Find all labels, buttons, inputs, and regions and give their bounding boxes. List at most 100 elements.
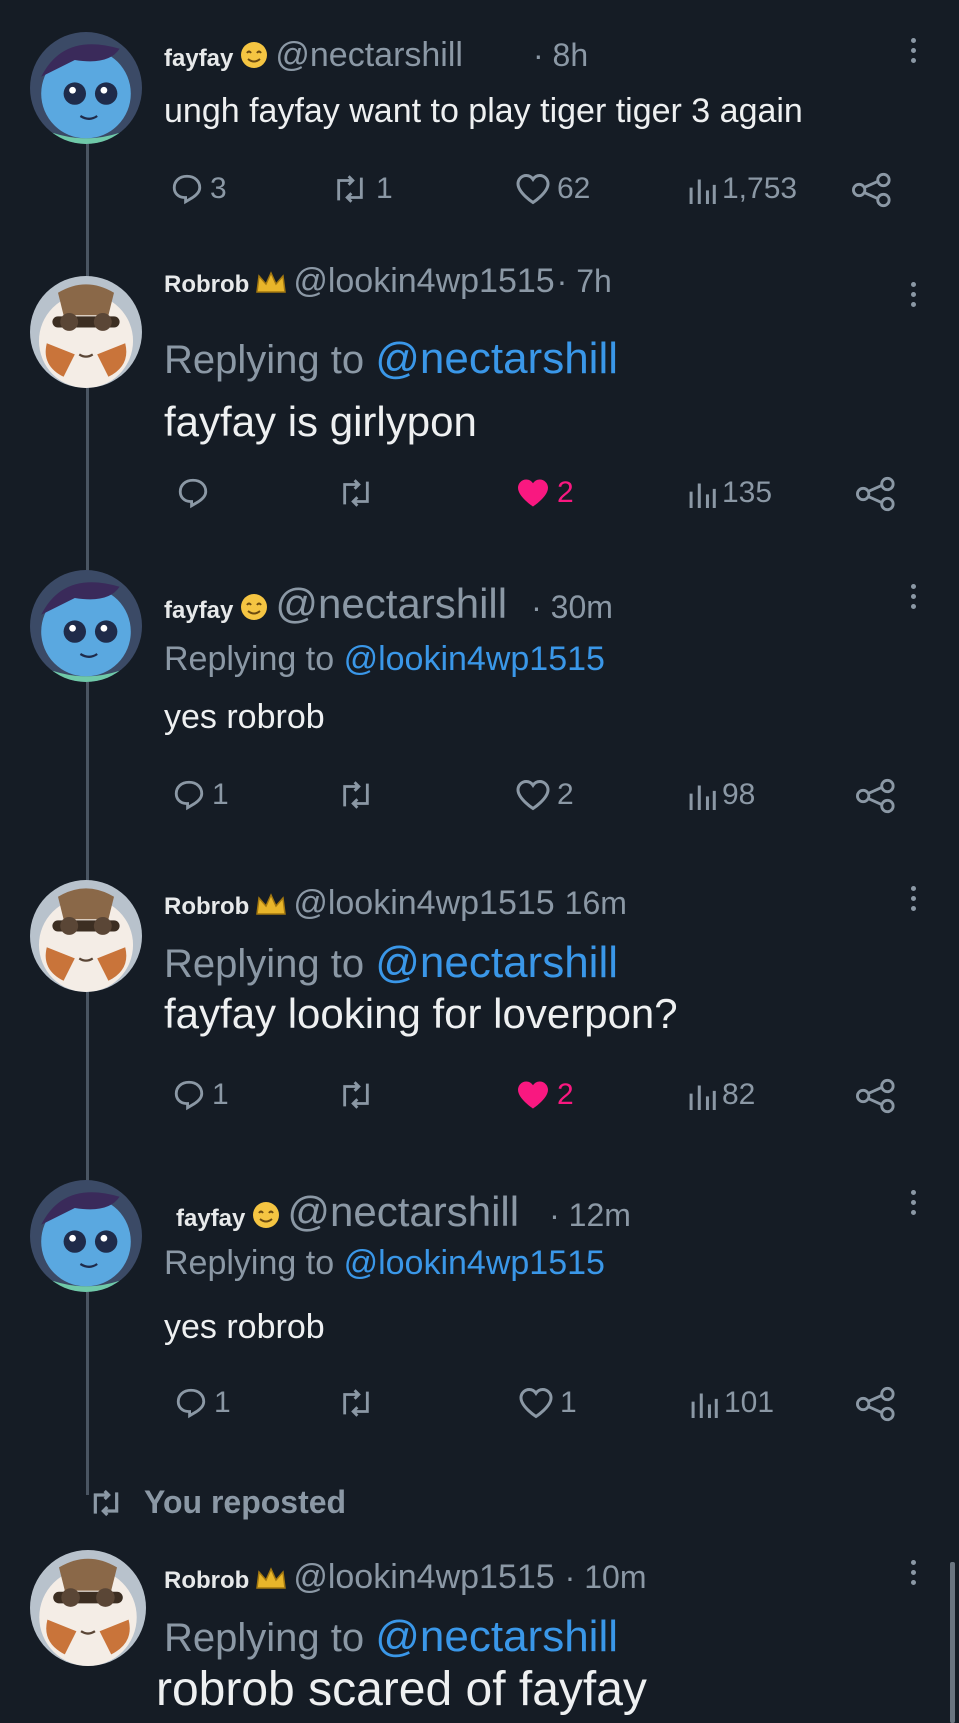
tweet[interactable]: fayfay @nectarshill · 12m Replying to @l…: [0, 1140, 959, 1440]
heart-filled-icon: [518, 479, 548, 507]
more-options-icon[interactable]: [909, 1190, 917, 1215]
display-name[interactable]: fayfay: [164, 597, 233, 625]
crown-emoji-icon: [255, 1566, 287, 1597]
repost-button[interactable]: [336, 778, 376, 812]
share-button[interactable]: [852, 172, 892, 208]
tweet-actions: 1 1 101: [0, 1386, 959, 1426]
reply-button[interactable]: 3: [170, 172, 227, 206]
avatar-robrob[interactable]: [30, 276, 142, 388]
more-options-icon[interactable]: [909, 886, 917, 911]
timestamp[interactable]: · 30m: [531, 589, 613, 626]
repost-button[interactable]: [336, 1386, 376, 1420]
reply-button[interactable]: 1: [172, 1078, 229, 1112]
mention-link[interactable]: @lookin4wp1515: [344, 640, 605, 678]
avatar-fayfay[interactable]: [30, 1180, 142, 1292]
share-button[interactable]: [856, 1386, 896, 1422]
share-icon: [856, 1078, 895, 1114]
user-handle[interactable]: @nectarshill: [275, 580, 507, 628]
share-button[interactable]: [856, 476, 896, 512]
tweet[interactable]: Robrob @lookin4wp1515 · 10m Replying to …: [0, 1530, 959, 1723]
like-count: 2: [557, 1078, 574, 1111]
repost-button[interactable]: [336, 476, 376, 510]
display-name[interactable]: fayfay: [176, 1205, 245, 1233]
view-count: 82: [722, 1078, 756, 1111]
share-button[interactable]: [856, 778, 896, 814]
avatar-fayfay[interactable]: [30, 570, 142, 682]
reply-icon: [176, 1388, 206, 1419]
timestamp[interactable]: · 8h: [533, 37, 588, 74]
timestamp[interactable]: · 7h: [557, 263, 612, 300]
reply-button[interactable]: 1: [172, 778, 229, 812]
like-count: 1: [560, 1386, 577, 1419]
tweet-header: Robrob @lookin4wp1515 16m: [164, 884, 627, 923]
smiling-face-emoji-icon: [251, 1200, 281, 1235]
tweet[interactable]: Robrob @lookin4wp1515 16m Replying to @n…: [0, 840, 959, 1140]
views-button[interactable]: 101: [690, 1386, 774, 1420]
share-button[interactable]: [856, 1078, 896, 1114]
more-options-icon[interactable]: [909, 38, 917, 63]
more-options-icon[interactable]: [909, 282, 917, 307]
mention-link[interactable]: @nectarshill: [375, 1612, 618, 1661]
display-name[interactable]: Robrob: [164, 271, 249, 299]
views-button[interactable]: 82: [688, 1078, 755, 1112]
replying-to: Replying to @lookin4wp1515: [164, 640, 605, 679]
avatar-robrob[interactable]: [30, 880, 142, 992]
display-name[interactable]: fayfay: [164, 45, 233, 73]
pony-avatar-icon: [30, 880, 142, 992]
views-button[interactable]: 135: [688, 476, 772, 510]
tweet-actions: 1 2 98: [0, 778, 959, 818]
like-button[interactable]: 2: [515, 1078, 574, 1112]
tweet-actions: 1 2 82: [0, 1078, 959, 1118]
views-chart-icon: [689, 179, 716, 204]
like-button[interactable]: 2: [515, 778, 574, 812]
mention-link[interactable]: @nectarshill: [375, 334, 618, 383]
reply-button[interactable]: [176, 476, 210, 510]
scrollbar[interactable]: [950, 1562, 955, 1723]
user-handle[interactable]: @lookin4wp1515: [293, 884, 554, 923]
mention-link[interactable]: @lookin4wp1515: [344, 1244, 605, 1282]
avatar-robrob[interactable]: [30, 1550, 146, 1666]
tweet-text: fayfay looking for loverpon?: [164, 990, 678, 1037]
repost-icon: [343, 781, 369, 809]
display-name[interactable]: Robrob: [164, 1567, 249, 1595]
tweet[interactable]: Robrob @lookin4wp1515 · 7h Replying to @…: [0, 240, 959, 540]
user-handle[interactable]: @nectarshill: [287, 1188, 519, 1236]
tweet[interactable]: fayfay @nectarshill · 30m Replying to @l…: [0, 540, 959, 840]
reply-button[interactable]: 1: [174, 1386, 231, 1420]
views-button[interactable]: 98: [688, 778, 755, 812]
replying-to-label: Replying to: [164, 942, 365, 986]
more-options-icon[interactable]: [909, 584, 917, 609]
like-button[interactable]: 2: [515, 476, 574, 510]
view-count: 101: [724, 1386, 775, 1419]
like-button[interactable]: 62: [515, 172, 590, 206]
crown-emoji-icon: [255, 892, 287, 923]
tweet-actions: 2 135: [0, 476, 959, 516]
more-options-icon[interactable]: [909, 1560, 917, 1585]
user-handle[interactable]: @lookin4wp1515: [293, 262, 554, 301]
replying-to-label: Replying to: [164, 1244, 335, 1282]
repost-button[interactable]: [336, 1078, 376, 1112]
replying-to: Replying to @nectarshill: [164, 938, 618, 988]
timestamp[interactable]: · 12m: [549, 1197, 631, 1234]
timestamp[interactable]: · 10m: [565, 1559, 647, 1596]
timestamp[interactable]: 16m: [565, 885, 627, 922]
like-count: 62: [557, 172, 591, 205]
tweet[interactable]: fayfay @nectarshill · 8h ungh fayfay wan…: [0, 0, 959, 240]
smiling-face-emoji-icon: [239, 40, 269, 75]
avatar-fayfay[interactable]: [30, 32, 142, 144]
views-button[interactable]: 1,753: [688, 172, 797, 206]
user-handle[interactable]: @nectarshill: [275, 36, 463, 75]
repost-banner-label: You reposted: [144, 1484, 347, 1520]
replying-to: Replying to @lookin4wp1515: [164, 1244, 605, 1283]
user-handle[interactable]: @lookin4wp1515: [293, 1558, 554, 1597]
heart-outline-icon: [519, 1387, 553, 1419]
replying-to-label: Replying to: [164, 640, 335, 678]
mention-link[interactable]: @nectarshill: [375, 938, 618, 987]
repost-button[interactable]: 1: [330, 172, 393, 206]
repost-icon: [343, 1081, 369, 1109]
view-count: 135: [722, 476, 773, 509]
like-button[interactable]: 1: [518, 1386, 577, 1420]
display-name[interactable]: Robrob: [164, 893, 249, 921]
like-count: 2: [557, 778, 574, 811]
tweet-actions: 3 1 62 1,753: [0, 172, 959, 212]
